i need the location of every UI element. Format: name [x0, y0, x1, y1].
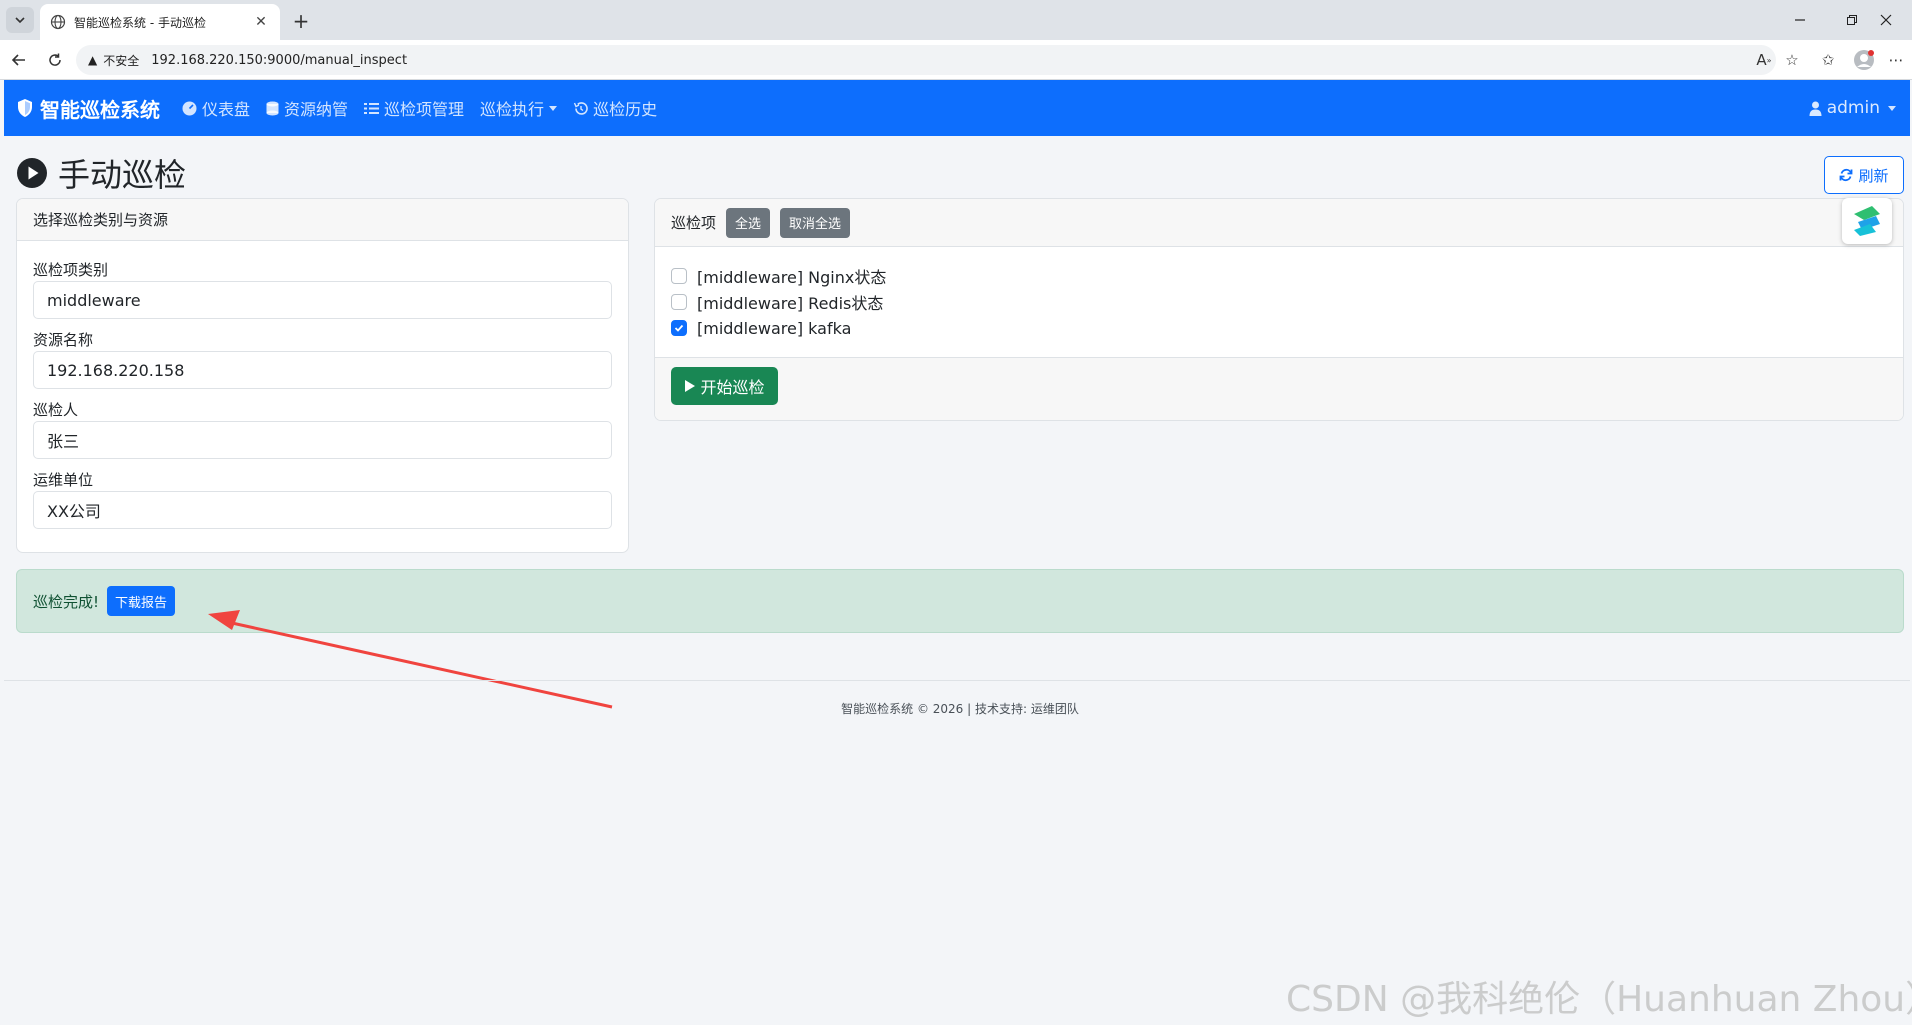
inspector-input[interactable]: 张三 — [33, 421, 612, 459]
dashboard-icon — [182, 101, 197, 115]
reload-icon — [49, 53, 61, 66]
category-select[interactable]: middleware — [33, 281, 612, 319]
category-label: 巡检项类别 — [33, 261, 109, 279]
nav-resources[interactable]: 资源纳管 — [266, 96, 348, 120]
avatar-icon — [1854, 50, 1874, 70]
start-inspection-label: 开始巡检 — [700, 378, 765, 397]
resource-card-header: 选择巡检类别与资源 — [17, 199, 628, 241]
tab-title: 智能巡检系统 - 手动巡检 — [74, 15, 206, 30]
item-label: [middleware] Redis状态 — [697, 294, 884, 313]
nav-history[interactable]: 巡检历史 — [573, 96, 657, 120]
brand[interactable]: 智能巡检系统 — [16, 94, 160, 123]
list-item[interactable]: [middleware] Redis状态 — [671, 289, 886, 315]
nav-inspect-items-label: 巡检项管理 — [384, 100, 465, 119]
user-menu[interactable]: admin — [1809, 80, 1896, 136]
page-title: 手动巡检 — [16, 150, 186, 196]
ops-unit-input[interactable]: XX公司 — [33, 491, 612, 529]
footer-text: 智能巡检系统 © 2026 | 技术支持: 运维团队 — [841, 702, 1079, 716]
refresh-button[interactable]: 刷新 — [1824, 156, 1904, 194]
checkmark-icon — [674, 324, 684, 332]
arrow-left-icon — [11, 54, 25, 66]
warning-icon: ▲ — [88, 53, 98, 67]
shield-icon — [18, 99, 32, 117]
user-icon — [1809, 101, 1822, 116]
item-label: [middleware] kafka — [697, 318, 852, 338]
nav-inspect-exec-label: 巡检执行 — [480, 100, 545, 119]
success-alert: 巡检完成! 下载报告 — [16, 569, 1904, 633]
nav-inspect-items[interactable]: 巡检项管理 — [364, 96, 464, 120]
address-bar: ▲ 不安全 192.168.220.150:9000/manual_inspec… — [0, 40, 1912, 80]
new-tab-button[interactable]: + — [288, 8, 314, 34]
nav-dashboard-label: 仪表盘 — [202, 100, 251, 119]
brand-name: 智能巡检系统 — [40, 97, 160, 122]
refresh-icon — [1840, 168, 1853, 182]
floating-extension-button[interactable] — [1842, 198, 1892, 244]
list-item[interactable]: [middleware] kafka — [671, 315, 886, 341]
globe-icon — [50, 14, 66, 30]
inspect-card-footer: 开始巡检 — [655, 357, 1903, 420]
minimize-button[interactable] — [1778, 6, 1822, 34]
restore-icon — [1847, 15, 1857, 25]
app-navbar: 智能巡检系统 仪表盘 资源纳管 巡检项管理 巡检执行 巡检历史 admin — [4, 80, 1910, 136]
refresh-label: 刷新 — [1858, 166, 1889, 185]
caret-down-icon — [549, 105, 558, 111]
resource-name-select[interactable]: 192.168.220.158 — [33, 351, 612, 389]
more-menu-icon[interactable]: ⋯ — [1884, 48, 1908, 72]
back-button[interactable] — [6, 48, 32, 72]
chevron-down-icon — [15, 17, 25, 24]
item-label: [middleware] Nginx状态 — [697, 268, 887, 287]
inspect-items-header: 巡检项 全选 取消全选 — [655, 199, 1903, 247]
alert-message: 巡检完成! — [33, 592, 100, 611]
start-inspection-button[interactable]: 开始巡检 — [671, 367, 778, 405]
history-icon — [573, 101, 588, 115]
tab-close-icon[interactable]: ✕ — [252, 13, 270, 31]
item-checkbox[interactable] — [671, 320, 687, 336]
watermark: CSDN @我科绝伦（Huanhuan Zhou） — [1286, 979, 1912, 1020]
browser-tab[interactable]: 智能巡检系统 - 手动巡检 ✕ — [40, 4, 280, 40]
resource-name-label: 资源名称 — [33, 331, 94, 349]
play-circle-icon — [17, 158, 47, 188]
caret-down-icon — [1888, 105, 1896, 111]
inspect-items-title: 巡检项 — [671, 214, 717, 232]
insecure-label: 不安全 — [103, 53, 140, 68]
inspect-items-list: [middleware] Nginx状态 [middleware] Redis状… — [671, 263, 886, 341]
url-text: 192.168.220.150:9000/manual_inspect — [151, 52, 408, 68]
list-icon — [364, 102, 380, 114]
close-icon — [1880, 14, 1892, 26]
ops-unit-label: 运维单位 — [33, 471, 94, 489]
inspector-label: 巡检人 — [33, 401, 79, 419]
url-field[interactable]: ▲ 不安全 192.168.220.150:9000/manual_inspec… — [76, 45, 1776, 75]
extension-logo-icon — [1854, 206, 1880, 236]
browser-tabstrip: 智能巡检系统 - 手动巡检 ✕ + — [0, 0, 1912, 40]
footer-divider — [4, 680, 1910, 681]
item-checkbox[interactable] — [671, 294, 687, 310]
user-name: admin — [1826, 98, 1880, 118]
nav-resources-label: 资源纳管 — [284, 100, 349, 119]
page-title-text: 手动巡检 — [58, 156, 187, 194]
list-item[interactable]: [middleware] Nginx状态 — [671, 263, 886, 289]
nav-dashboard[interactable]: 仪表盘 — [182, 96, 250, 120]
tab-search-button[interactable] — [6, 7, 34, 33]
nav-inspect-exec-dropdown[interactable]: 巡检执行 — [480, 96, 558, 120]
resource-selection-card: 选择巡检类别与资源 巡检项类别 middleware 资源名称 192.168.… — [16, 198, 629, 553]
nav-history-label: 巡检历史 — [593, 100, 658, 119]
select-all-button[interactable]: 全选 — [726, 207, 771, 238]
inspect-items-card: 巡检项 全选 取消全选 [middleware] Nginx状态 [middle… — [654, 198, 1904, 421]
close-window-button[interactable] — [1864, 6, 1908, 34]
minimize-icon — [1795, 19, 1805, 21]
reload-button[interactable] — [42, 48, 68, 72]
favorites-list-icon[interactable]: ✩ — [1816, 48, 1840, 72]
item-checkbox[interactable] — [671, 268, 687, 284]
play-icon — [685, 380, 696, 392]
deselect-all-button[interactable]: 取消全选 — [780, 207, 851, 238]
database-icon — [266, 101, 279, 115]
favorite-star-icon[interactable]: ☆ — [1780, 48, 1804, 72]
read-aloud-icon[interactable]: A» — [1752, 48, 1776, 72]
download-report-button[interactable]: 下载报告 — [107, 586, 176, 616]
profile-avatar[interactable] — [1852, 48, 1876, 72]
